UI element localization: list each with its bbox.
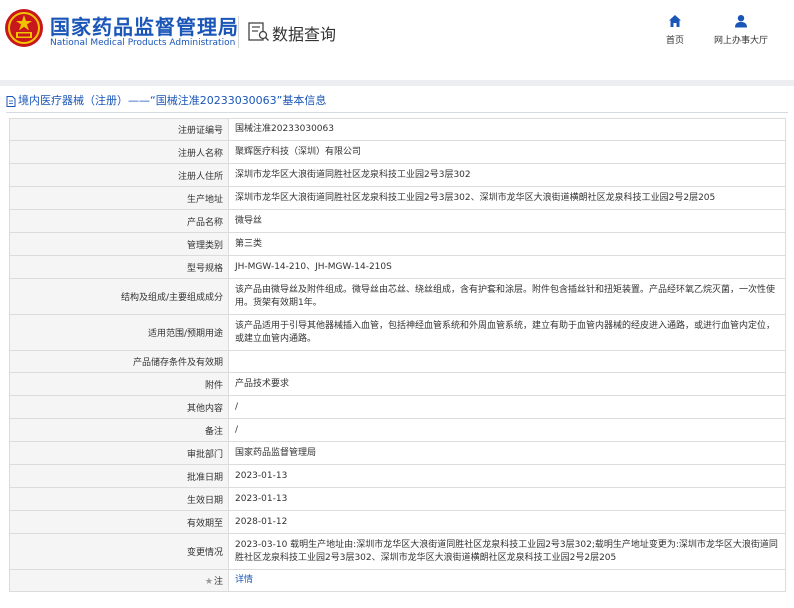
field-label-note: ★注 bbox=[9, 569, 229, 592]
nav-office-label: 网上办事大厅 bbox=[713, 36, 768, 46]
nav-online-office[interactable]: 网上办事大厅 bbox=[708, 14, 774, 46]
section-title: 数据查询 bbox=[272, 25, 337, 44]
field-value: JH-MGW-14-210、JH-MGW-14-210S bbox=[228, 255, 786, 279]
brand-title[interactable]: 国家药品监督管理局 bbox=[50, 11, 239, 40]
field-label: 注册人住所 bbox=[9, 163, 229, 187]
field-label: 审批部门 bbox=[9, 441, 229, 465]
field-label: 产品名称 bbox=[9, 209, 229, 233]
table-row: 结构及组成/主要组成成分 该产品由微导丝及附件组成。微导丝由芯丝、绕丝组成，含有护… bbox=[9, 278, 786, 315]
home-icon bbox=[669, 15, 681, 27]
field-label: 批准日期 bbox=[9, 464, 229, 488]
table-row: 适用范围/预期用途 该产品适用于引导其他器械插入血管，包括神经血管系统和外周血管系… bbox=[9, 314, 786, 351]
national-emblem-logo[interactable] bbox=[4, 8, 44, 48]
field-value: / bbox=[228, 418, 786, 442]
table-row: 有效期至 2028-01-12 bbox=[9, 510, 786, 534]
field-value: 2023-01-13 bbox=[228, 487, 786, 511]
table-row: 产品储存条件及有效期 bbox=[9, 350, 786, 373]
details-link[interactable]: 详情 bbox=[235, 575, 253, 585]
field-value: 2023-03-10 载明生产地址由:深圳市龙华区大浪街道同胜社区龙泉科技工业园… bbox=[228, 533, 786, 570]
field-value: 国家药品监督管理局 bbox=[228, 441, 786, 465]
field-value: 聚辉医疗科技（深圳）有限公司 bbox=[228, 140, 786, 164]
field-value: 深圳市龙华区大浪街道同胜社区龙泉科技工业园2号3层302、深圳市龙华区大浪街道横… bbox=[228, 186, 786, 210]
breadcrumb: 境内医疗器械（注册）——“国械注准20233030063”基本信息 bbox=[6, 90, 788, 112]
data-query-icon bbox=[248, 22, 269, 41]
field-value: 深圳市龙华区大浪街道同胜社区龙泉科技工业园2号3层302 bbox=[228, 163, 786, 187]
field-value: 微导丝 bbox=[228, 209, 786, 233]
field-value: 该产品由微导丝及附件组成。微导丝由芯丝、绕丝组成，含有护套和涂层。附件包含插丝针… bbox=[228, 278, 786, 315]
field-value: 国械注准20233030063 bbox=[228, 118, 786, 141]
brand-subtitle: National Medical Products Administration bbox=[50, 38, 236, 48]
field-value: 详情 bbox=[228, 569, 786, 592]
field-label: 注册证编号 bbox=[9, 118, 229, 141]
table-row: 生产地址 深圳市龙华区大浪街道同胜社区龙泉科技工业园2号3层302、深圳市龙华区大… bbox=[9, 186, 786, 210]
field-value: 2023-01-13 bbox=[228, 464, 786, 488]
field-label: 有效期至 bbox=[9, 510, 229, 534]
table-row: 审批部门 国家药品监督管理局 bbox=[9, 441, 786, 465]
field-label: 生效日期 bbox=[9, 487, 229, 511]
field-label: 生产地址 bbox=[9, 186, 229, 210]
registration-info-table: 注册证编号 国械注准20233030063 注册人名称 聚辉医疗科技（深圳）有限公司… bbox=[9, 118, 786, 592]
field-label: 管理类别 bbox=[9, 232, 229, 256]
table-row: 备注 / bbox=[9, 418, 786, 442]
field-value: 2028-01-12 bbox=[228, 510, 786, 534]
table-row: 批准日期 2023-01-13 bbox=[9, 464, 786, 488]
nav-home[interactable]: 首页 bbox=[660, 14, 690, 46]
table-row: 注册人名称 聚辉医疗科技（深圳）有限公司 bbox=[9, 140, 786, 164]
table-row: 附件 产品技术要求 bbox=[9, 372, 786, 396]
field-label: 型号规格 bbox=[9, 255, 229, 279]
note-label: 注 bbox=[213, 577, 223, 587]
table-row: 注册证编号 国械注准20233030063 bbox=[9, 118, 786, 141]
table-row: 变更情况 2023-03-10 载明生产地址由:深圳市龙华区大浪街道同胜社区龙泉科… bbox=[9, 533, 786, 570]
field-value: 产品技术要求 bbox=[228, 372, 786, 396]
table-row: 管理类别 第三类 bbox=[9, 232, 786, 256]
document-icon bbox=[6, 95, 16, 107]
table-row: 注册人住所 深圳市龙华区大浪街道同胜社区龙泉科技工业园2号3层302 bbox=[9, 163, 786, 187]
field-value: 该产品适用于引导其他器械插入血管，包括神经血管系统和外周血管系统，建立有助于血管… bbox=[228, 314, 786, 351]
breadcrumb-text: 境内医疗器械（注册）——“国械注准20233030063”基本信息 bbox=[18, 94, 327, 107]
field-label: 附件 bbox=[9, 372, 229, 396]
field-label: 其他内容 bbox=[9, 395, 229, 419]
breadcrumb-underline bbox=[6, 112, 788, 113]
table-row: 其他内容 / bbox=[9, 395, 786, 419]
user-icon bbox=[735, 15, 747, 28]
table-row: ★注 详情 bbox=[9, 569, 786, 592]
star-icon: ★ bbox=[204, 577, 213, 587]
field-label: 结构及组成/主要组成成分 bbox=[9, 278, 229, 315]
field-value: / bbox=[228, 395, 786, 419]
field-label: 产品储存条件及有效期 bbox=[9, 350, 229, 373]
field-value: 第三类 bbox=[228, 232, 786, 256]
field-label: 注册人名称 bbox=[9, 140, 229, 164]
site-header: 国家药品监督管理局 National Medical Products Admi… bbox=[0, 0, 794, 62]
table-row: 产品名称 微导丝 bbox=[9, 209, 786, 233]
field-value bbox=[228, 350, 786, 373]
header-divider bbox=[238, 16, 239, 48]
table-row: 型号规格 JH-MGW-14-210、JH-MGW-14-210S bbox=[9, 255, 786, 279]
nav-home-label: 首页 bbox=[665, 36, 684, 46]
header-separator bbox=[0, 80, 794, 86]
field-label: 备注 bbox=[9, 418, 229, 442]
field-label: 变更情况 bbox=[9, 533, 229, 570]
table-row: 生效日期 2023-01-13 bbox=[9, 487, 786, 511]
field-label: 适用范围/预期用途 bbox=[9, 314, 229, 351]
